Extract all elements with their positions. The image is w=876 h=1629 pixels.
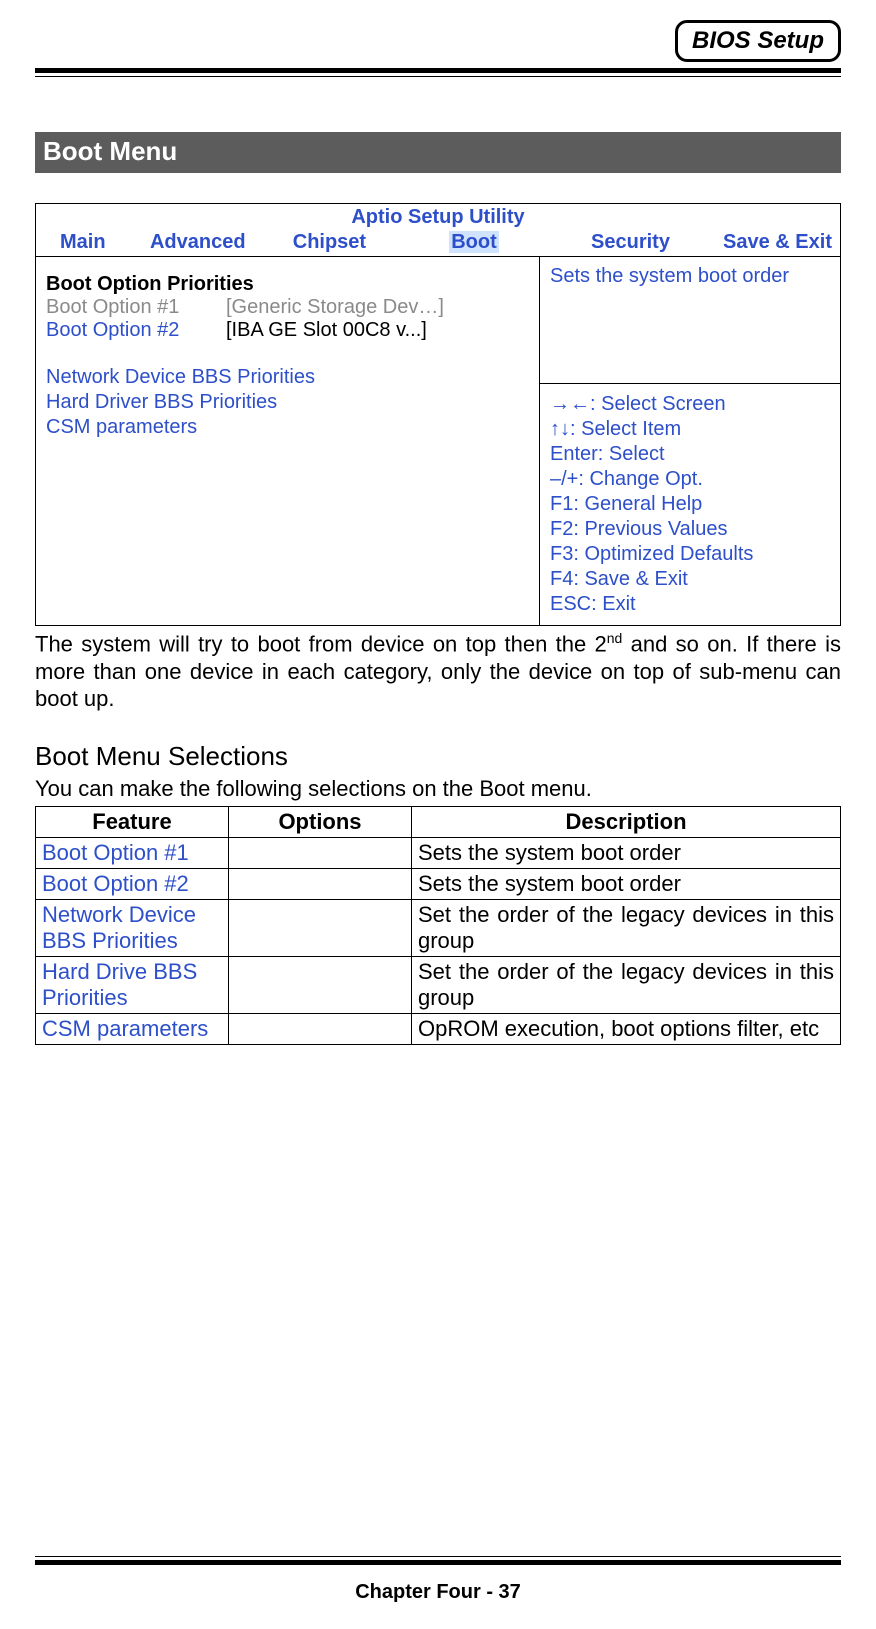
boot-option-2-row[interactable]: Boot Option #2 [IBA GE Slot 00C8 v...] (46, 319, 529, 342)
col-options: Options (229, 806, 412, 837)
cell-feature: Network Device BBS Priorities (36, 899, 229, 956)
bios-tab-row: Main Advanced Chipset Boot Security Save… (36, 231, 840, 256)
key-f2: F2: Previous Values (550, 517, 830, 542)
tab-main[interactable]: Main (60, 231, 150, 254)
csm-item[interactable]: CSM parameters (46, 416, 529, 439)
col-feature: Feature (36, 806, 229, 837)
para-sup: nd (607, 630, 623, 646)
tab-security[interactable]: Security (591, 231, 723, 254)
cell-description: OpROM execution, boot options filter, et… (412, 1013, 841, 1044)
cell-description: Set the order of the legacy devices in t… (412, 956, 841, 1013)
cell-feature: Boot Option #1 (36, 837, 229, 868)
bios-panel: Aptio Setup Utility Main Advanced Chipse… (35, 203, 841, 626)
cell-options (229, 899, 412, 956)
cell-feature: Boot Option #2 (36, 868, 229, 899)
boot-option-2-value: [IBA GE Slot 00C8 v...] (226, 319, 427, 342)
cell-description: Sets the system boot order (412, 837, 841, 868)
header-rule (35, 68, 841, 77)
bios-key-legend: →←: Select Screen ↑↓: Select Item Enter:… (540, 384, 840, 625)
boot-option-1-row[interactable]: Boot Option #1 [Generic Storage Dev…] (46, 296, 529, 319)
selections-heading: Boot Menu Selections (35, 741, 841, 772)
boot-priorities-header: Boot Option Priorities (46, 273, 529, 296)
table-row: Network Device BBS Priorities Set the or… (36, 899, 841, 956)
key-f4: F4: Save & Exit (550, 567, 830, 592)
key-screen: →←: Select Screen (550, 392, 830, 417)
network-bbs-item[interactable]: Network Device BBS Priorities (46, 366, 529, 389)
key-change: –/+: Change Opt. (550, 467, 830, 492)
col-description: Description (412, 806, 841, 837)
para-pre: The system will try to boot from device … (35, 631, 607, 656)
key-enter: Enter: Select (550, 442, 830, 467)
tab-save-exit[interactable]: Save & Exit (723, 231, 832, 254)
section-title-bar: Boot Menu (35, 132, 841, 173)
boot-option-1-value: [Generic Storage Dev…] (226, 296, 444, 319)
cell-options (229, 956, 412, 1013)
cell-options (229, 837, 412, 868)
cell-description: Set the order of the legacy devices in t… (412, 899, 841, 956)
hard-bbs-item[interactable]: Hard Driver BBS Priorities (46, 391, 529, 414)
key-item: ↑↓: Select Item (550, 417, 830, 442)
key-f3: F3: Optimized Defaults (550, 542, 830, 567)
footer-rule (35, 1556, 841, 1565)
bios-title: Aptio Setup Utility (36, 204, 840, 231)
table-row: CSM parameters OpROM execution, boot opt… (36, 1013, 841, 1044)
bios-left-pane: Boot Option Priorities Boot Option #1 [G… (36, 257, 539, 625)
cell-feature: CSM parameters (36, 1013, 229, 1044)
bios-help-text: Sets the system boot order (540, 257, 840, 384)
tab-chipset[interactable]: Chipset (293, 231, 449, 254)
boot-option-2-label: Boot Option #2 (46, 319, 226, 342)
cell-options (229, 1013, 412, 1044)
key-esc: ESC: Exit (550, 592, 830, 617)
tab-advanced[interactable]: Advanced (150, 231, 293, 254)
cell-description: Sets the system boot order (412, 868, 841, 899)
selections-table: Feature Options Description Boot Option … (35, 806, 841, 1045)
table-row: Boot Option #2 Sets the system boot orde… (36, 868, 841, 899)
cell-feature: Hard Drive BBS Priorities (36, 956, 229, 1013)
cell-options (229, 868, 412, 899)
header-badge: BIOS Setup (675, 20, 841, 62)
table-row: Boot Option #1 Sets the system boot orde… (36, 837, 841, 868)
body-paragraph: The system will try to boot from device … (35, 630, 841, 713)
footer-text: Chapter Four - 37 (35, 1581, 841, 1604)
key-f1: F1: General Help (550, 492, 830, 517)
selections-lead: You can make the following selections on… (35, 776, 841, 802)
boot-option-1-label: Boot Option #1 (46, 296, 226, 319)
table-row: Hard Drive BBS Priorities Set the order … (36, 956, 841, 1013)
tab-boot[interactable]: Boot (449, 231, 499, 253)
